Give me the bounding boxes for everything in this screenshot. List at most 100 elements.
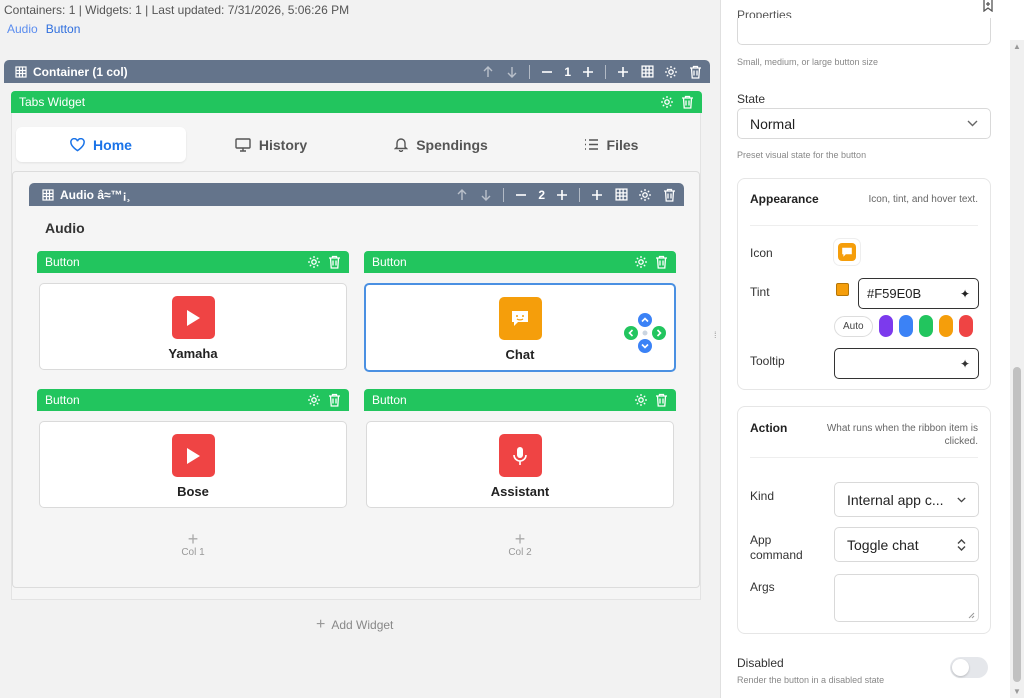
increase-columns-icon[interactable] [555,188,569,202]
plus-icon: + [187,529,199,549]
move-up-icon[interactable] [455,188,469,202]
args-textarea[interactable] [834,574,979,622]
plus-icon: + [316,616,326,633]
widget-title: Button [45,255,80,269]
tooltip-input[interactable]: ✦ [834,348,979,379]
auto-tint-button[interactable]: Auto [834,315,873,337]
swatch-amber[interactable] [938,315,953,337]
panel-resize-handle[interactable]: ⁞ [714,330,717,340]
button-label: Yamaha [168,346,218,361]
trash-icon[interactable] [654,255,668,269]
add-icon[interactable] [590,188,604,202]
tab-history[interactable]: History [186,127,356,162]
gear-icon[interactable] [660,95,674,109]
button-label: Assistant [490,484,550,499]
trash-icon[interactable] [327,255,341,269]
decrease-columns-icon[interactable] [514,188,528,202]
chevron-down-icon [967,120,978,127]
state-label: State [737,92,766,106]
column-label: Col 2 [508,547,532,558]
gear-icon[interactable] [634,255,648,269]
divider [503,187,505,202]
trash-icon[interactable] [688,65,702,79]
heart-icon [70,137,85,152]
grid-icon [14,65,28,79]
move-down-icon[interactable] [505,65,519,79]
tab-spendings[interactable]: Spendings [356,127,526,162]
disabled-label: Disabled [737,656,784,670]
action-subtitle: What runs when the ribbon item is clicke… [826,423,978,447]
size-select[interactable] [737,18,991,45]
gear-icon[interactable] [634,393,648,407]
gear-icon[interactable] [307,255,321,269]
chat-icon [498,297,542,340]
tab-label: Files [606,136,639,153]
gear-icon[interactable] [664,65,678,79]
trash-icon[interactable] [327,393,341,407]
swatch-purple[interactable] [878,315,893,337]
command-value: Toggle chat [847,536,919,553]
icon-picker[interactable] [834,239,860,265]
move-up-icon[interactable] [481,65,495,79]
breadcrumb-audio[interactable]: Audio [7,22,38,36]
tab-label: Home [93,136,132,153]
widget-title: Button [372,255,407,269]
increase-columns-icon[interactable] [581,65,595,79]
breadcrumb-button[interactable]: Button [46,22,81,36]
ribbon-button-assistant[interactable]: Assistant [366,421,674,508]
scroll-down-icon[interactable]: ▼ [1013,687,1021,696]
tint-input[interactable]: #F59E0B ✦ [858,278,979,309]
move-handle[interactable] [623,312,667,354]
column-count: 2 [538,187,545,202]
widget-title: Button [45,393,80,407]
mic-icon [498,434,542,477]
add-icon[interactable] [616,65,630,79]
appearance-title: Appearance [750,192,819,206]
ribbon-button-yamaha[interactable]: Yamaha [39,283,347,370]
trash-icon[interactable] [654,393,668,407]
tint-value: #F59E0B [867,286,922,301]
kind-label: Kind [750,489,775,503]
sparkle-icon[interactable]: ✦ [960,357,970,371]
scrollbar-thumb[interactable] [1013,367,1021,682]
button-widget-toolbar: Button [364,251,676,273]
pin-icon[interactable] [981,0,995,12]
tab-home[interactable]: Home [16,127,186,162]
state-select[interactable]: Normal [737,108,991,139]
swatch-green[interactable] [918,315,933,337]
button-widget-toolbar: Button [37,389,349,411]
command-select[interactable]: Toggle chat [834,527,979,562]
tab-files[interactable]: Files [526,127,696,162]
swatch-blue[interactable] [898,315,913,337]
decrease-columns-icon[interactable] [540,65,554,79]
add-to-column-2[interactable]: + Col 2 [505,530,535,558]
grid-icon[interactable] [614,188,628,202]
kind-select[interactable]: Internal app c... [834,482,979,517]
button-label: Bose [177,484,209,499]
tint-presets: Auto [834,315,973,337]
trash-icon[interactable] [680,95,694,109]
swatch-red[interactable] [958,315,973,337]
resize-grip-icon[interactable] [968,612,975,619]
gear-icon[interactable] [638,188,652,202]
column-label: Col 1 [181,547,205,558]
disabled-toggle[interactable] [950,657,988,678]
add-to-column-1[interactable]: + Col 1 [178,529,208,558]
tint-swatch[interactable] [836,283,849,296]
play-icon [171,296,215,339]
button-widget-toolbar: Button [364,389,676,411]
ribbon-button-bose[interactable]: Bose [39,421,347,508]
state-hint: Preset visual state for the button [737,150,867,160]
tab-label: History [258,136,308,153]
size-hint: Small, medium, or large button size [737,57,879,67]
gear-icon[interactable] [307,393,321,407]
move-down-icon[interactable] [479,188,493,202]
add-widget-button[interactable]: + Add Widget [316,616,393,634]
scroll-up-icon[interactable]: ▲ [1013,42,1021,51]
audio-container [12,171,700,588]
grid-icon[interactable] [640,65,654,79]
state-value: Normal [750,115,796,132]
sparkle-icon[interactable]: ✦ [960,287,970,301]
trash-icon[interactable] [662,188,676,202]
appearance-subtitle: Icon, tint, and hover text. [868,194,978,205]
